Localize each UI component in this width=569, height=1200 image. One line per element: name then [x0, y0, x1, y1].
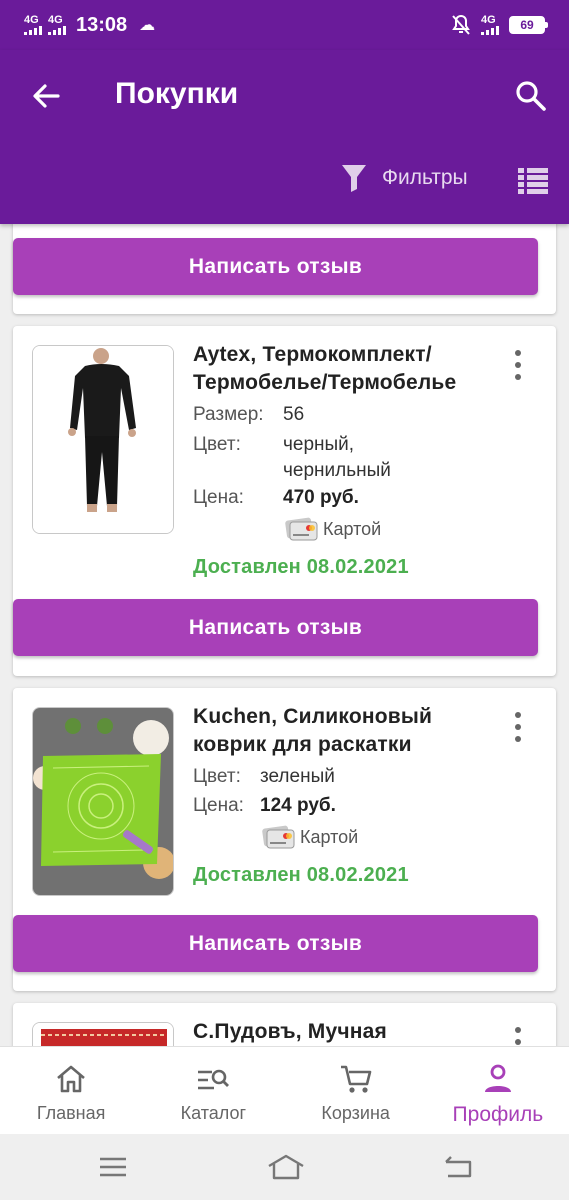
delivery-status: Доставлен 08.02.2021	[193, 556, 409, 578]
payment-method: Картой	[285, 516, 381, 542]
page-title: Покупки	[115, 77, 239, 110]
bell-off-icon	[452, 14, 470, 35]
status-bar: 4G 4G 13:08 ☁ 4G 69	[0, 0, 569, 50]
product-image[interactable]	[32, 1022, 174, 1046]
screen: 4G 4G 13:08 ☁ 4G 69 Покупки Фильтры Напи…	[0, 0, 569, 1200]
more-options-icon[interactable]	[509, 712, 527, 742]
more-options-icon[interactable]	[509, 1027, 527, 1046]
app-bar: Покупки Фильтры	[0, 50, 569, 224]
menu-icon[interactable]	[96, 1152, 130, 1182]
more-options-icon[interactable]	[509, 350, 527, 380]
filter-icon	[342, 165, 366, 192]
network-type: 4G	[48, 14, 63, 26]
profile-icon	[484, 1064, 511, 1092]
cart-icon	[340, 1065, 371, 1093]
nav-profile[interactable]: Профиль	[427, 1047, 569, 1134]
price-value: 470 руб.	[283, 487, 359, 508]
status-right: 4G 69	[451, 14, 548, 36]
price-value: 124 руб.	[260, 795, 336, 816]
system-navigation-bar	[0, 1134, 569, 1200]
nav-label: Корзина	[321, 1103, 390, 1123]
payment-method: Картой	[262, 824, 358, 850]
search-icon[interactable]	[512, 77, 548, 113]
status-left: 4G 4G 13:08 ☁	[24, 14, 155, 37]
catalog-icon	[198, 1069, 230, 1090]
back-arrow-icon[interactable]	[28, 78, 64, 114]
price-label: Цена:	[193, 795, 244, 816]
payment-label: Картой	[300, 826, 359, 847]
card-icon	[285, 517, 318, 541]
color-label: Цвет:	[193, 434, 241, 455]
home-icon	[57, 1065, 85, 1093]
payment-label: Картой	[323, 518, 382, 539]
write-review-button[interactable]: Написать отзыв	[13, 915, 538, 972]
size-value: 56	[283, 404, 305, 425]
list-view-icon[interactable]	[518, 168, 548, 194]
order-card: Написать отзыв	[13, 224, 556, 314]
color-label: Цвет:	[193, 766, 241, 787]
product-image[interactable]	[32, 345, 174, 534]
order-card: Aytex, Термокомплект/ Термобелье/Термобе…	[13, 326, 556, 676]
nav-label: Каталог	[180, 1103, 247, 1123]
card-icon	[262, 825, 295, 849]
product-photo-thermal-underwear	[33, 346, 173, 533]
price-label: Цена:	[193, 487, 244, 508]
nav-label: Главная	[36, 1103, 106, 1123]
product-name[interactable]: Kuchen, Силиконовый коврик для раскатки	[193, 703, 493, 759]
product-image[interactable]	[32, 707, 174, 896]
product-photo-flour-pack	[33, 1023, 173, 1046]
clock: 13:08	[76, 13, 128, 36]
product-photo-silicone-mat	[33, 708, 173, 895]
signal-icon: 4G	[48, 15, 66, 35]
filter-label: Фильтры	[382, 166, 468, 189]
battery-icon: 69	[509, 16, 548, 34]
order-card: Kuchen, Силиконовый коврик для раскатки …	[13, 688, 556, 991]
back-system-icon[interactable]	[442, 1152, 476, 1182]
nav-home[interactable]: Главная	[0, 1047, 142, 1134]
bottom-navigation: Главная Каталог Корзина Профиль	[0, 1046, 569, 1134]
orders-list: Написать отзыв Aytex, Термокомплект/ Тер…	[0, 224, 569, 1046]
order-card: С.Пудовъ, Мучная	[13, 1003, 556, 1046]
home-system-icon[interactable]	[266, 1152, 306, 1182]
cloud-icon: ☁	[139, 17, 156, 34]
product-name[interactable]: С.Пудовъ, Мучная	[193, 1018, 493, 1046]
color-value: черный, чернильный	[283, 434, 391, 481]
delivery-status: Доставлен 08.02.2021	[193, 864, 409, 886]
nav-cart[interactable]: Корзина	[285, 1047, 427, 1134]
write-review-button[interactable]: Написать отзыв	[13, 238, 538, 295]
network-type: 4G	[481, 14, 496, 26]
write-review-button[interactable]: Написать отзыв	[13, 599, 538, 656]
product-name[interactable]: Aytex, Термокомплект/ Термобелье/Термобе…	[193, 341, 493, 397]
filter-button[interactable]: Фильтры	[340, 163, 468, 193]
color-value: зеленый	[260, 766, 335, 787]
nav-label: Профиль	[452, 1103, 544, 1126]
nav-catalog[interactable]: Каталог	[142, 1047, 284, 1134]
signal-icon: 4G	[481, 15, 499, 35]
network-type: 4G	[24, 14, 39, 26]
size-label: Размер:	[193, 404, 264, 425]
signal-icon: 4G	[24, 15, 42, 35]
